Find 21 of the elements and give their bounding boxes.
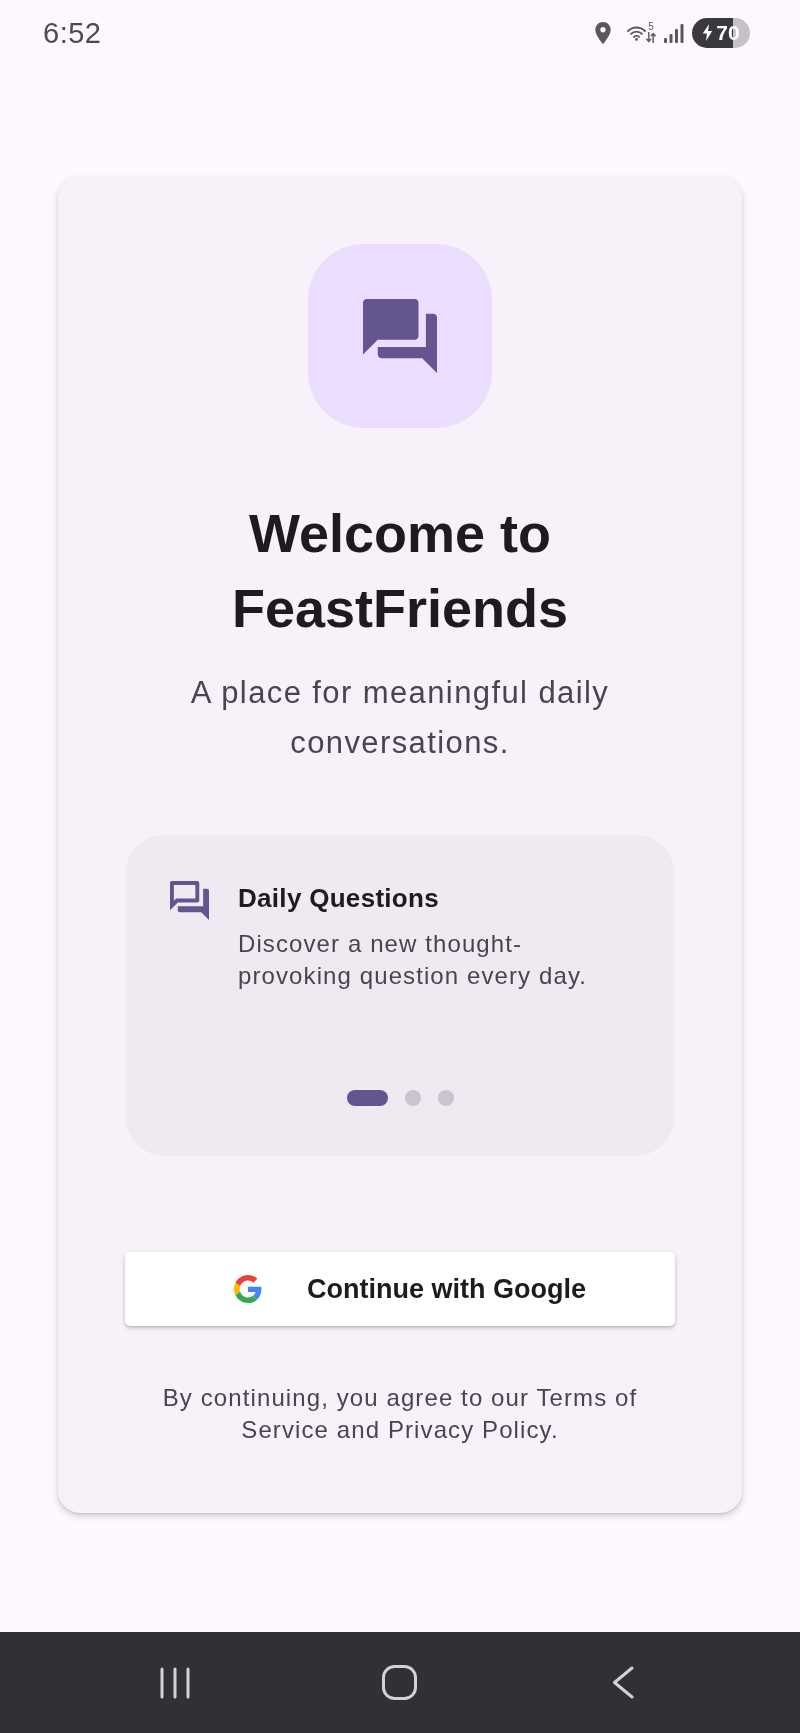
- wifi-band-label: 5: [648, 22, 654, 32]
- feature-description: Discover a new thought-provoking question every day.: [238, 929, 588, 991]
- wifi-icon: [627, 25, 646, 42]
- location-pin-icon: [595, 21, 611, 44]
- continue-with-google-button[interactable]: Continue with Google: [125, 1252, 675, 1326]
- home-icon[interactable]: [381, 1665, 417, 1700]
- terms-notice: By continuing, you agree to our Terms of Service and Privacy Policy.: [161, 1383, 639, 1445]
- status-time: 6:52: [43, 15, 102, 50]
- page-indicator-dot[interactable]: [437, 1090, 454, 1106]
- page-indicator-dot[interactable]: [404, 1090, 421, 1106]
- charging-bolt-icon: [702, 24, 714, 41]
- welcome-title: Welcome to FeastFriends: [230, 502, 570, 640]
- welcome-subtitle: A place for meaningful daily conversations.: [189, 674, 611, 762]
- data-arrows-icon: [646, 32, 656, 43]
- back-icon[interactable]: [612, 1666, 634, 1699]
- signal-icon: [664, 22, 684, 43]
- google-g-icon: [234, 1275, 262, 1303]
- recent-apps-icon[interactable]: [160, 1666, 190, 1699]
- chat-bubbles-icon: [170, 881, 209, 920]
- chat-bubbles-icon: [308, 244, 492, 428]
- feature-title: Daily Questions: [238, 882, 440, 915]
